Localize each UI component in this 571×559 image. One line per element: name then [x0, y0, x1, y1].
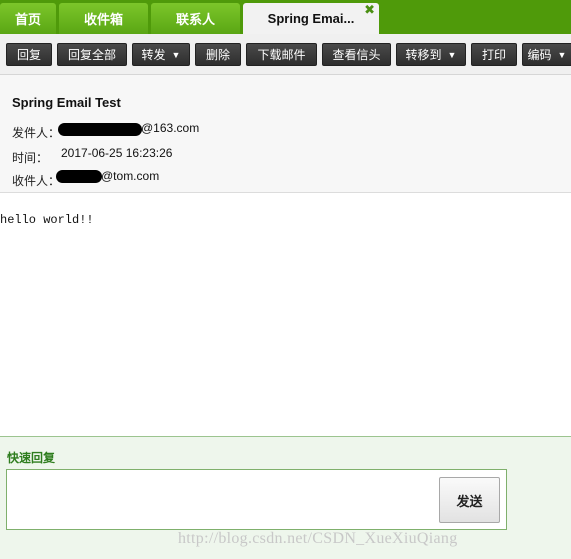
forward-button-label: 转发 [141, 48, 166, 62]
encoding-button-label: 编码 [527, 48, 552, 62]
move-to-button[interactable]: 转移到 ▼ [396, 43, 466, 66]
reply-all-button-label: 回复全部 [67, 48, 116, 62]
quick-reply-label: 快速回复 [7, 451, 56, 465]
send-button-label: 发送 [456, 493, 483, 509]
chevron-down-icon: ▼ [171, 49, 181, 60]
tab-inbox-label: 收件箱 [83, 12, 123, 27]
tab-home[interactable]: 首页 [0, 3, 56, 34]
mail-header: Spring Email Test 发件人： @163.com 时间： 2017… [0, 75, 571, 193]
watermark: http://blog.csdn.net/CSDN_XueXiuQiang [178, 530, 458, 547]
view-header-button-label: 查看信头 [332, 48, 381, 62]
chevron-down-icon: ▼ [447, 49, 457, 60]
view-header-button[interactable]: 查看信头 [322, 43, 391, 66]
tab-current-email-label: Spring Emai... [267, 11, 355, 26]
download-button[interactable]: 下载邮件 [246, 43, 317, 66]
chevron-down-icon: ▼ [557, 49, 567, 60]
toolbar: 回复 回复全部 转发 ▼ 删除 下载邮件 查看信头 转移到 ▼ 打印 编码 ▼ [0, 34, 571, 75]
reply-all-button[interactable]: 回复全部 [57, 43, 127, 66]
close-icon[interactable]: ✖ [364, 3, 375, 16]
time-label: 时间： [12, 151, 49, 165]
print-button[interactable]: 打印 [471, 43, 517, 66]
sender-redaction [58, 123, 142, 136]
tab-home-label: 首页 [14, 12, 41, 27]
mail-subject: Spring Email Test [12, 95, 121, 110]
recipient-redaction [56, 170, 102, 183]
delete-button[interactable]: 删除 [195, 43, 241, 66]
tab-contacts[interactable]: 联系人 [151, 3, 240, 34]
encoding-button[interactable]: 编码 ▼ [522, 43, 571, 66]
mail-body: hello world!! [0, 193, 571, 436]
download-button-label: 下载邮件 [257, 48, 306, 62]
time-value: 2017-06-25 16:23:26 [61, 146, 173, 160]
mail-body-text: hello world!! [0, 213, 94, 227]
forward-button[interactable]: 转发 ▼ [132, 43, 190, 66]
print-button-label: 打印 [481, 48, 506, 62]
tab-contacts-label: 联系人 [175, 12, 215, 27]
tab-inbox[interactable]: 收件箱 [59, 3, 148, 34]
recipient-value: @tom.com [101, 169, 160, 183]
quick-reply-box: 发送 [6, 469, 507, 530]
tab-current-email[interactable]: Spring Emai... ✖ [243, 3, 379, 34]
quick-reply-input[interactable] [9, 472, 437, 527]
reply-button-label: 回复 [16, 48, 41, 62]
recipient-label: 收件人： [12, 174, 61, 188]
sender-label: 发件人： [12, 126, 61, 140]
delete-button-label: 删除 [205, 48, 230, 62]
sender-value: @163.com [141, 121, 200, 135]
move-to-button-label: 转移到 [405, 48, 442, 62]
tab-bar: 首页 收件箱 联系人 Spring Emai... ✖ [0, 0, 571, 34]
reply-button[interactable]: 回复 [6, 43, 52, 66]
send-button[interactable]: 发送 [439, 477, 500, 523]
